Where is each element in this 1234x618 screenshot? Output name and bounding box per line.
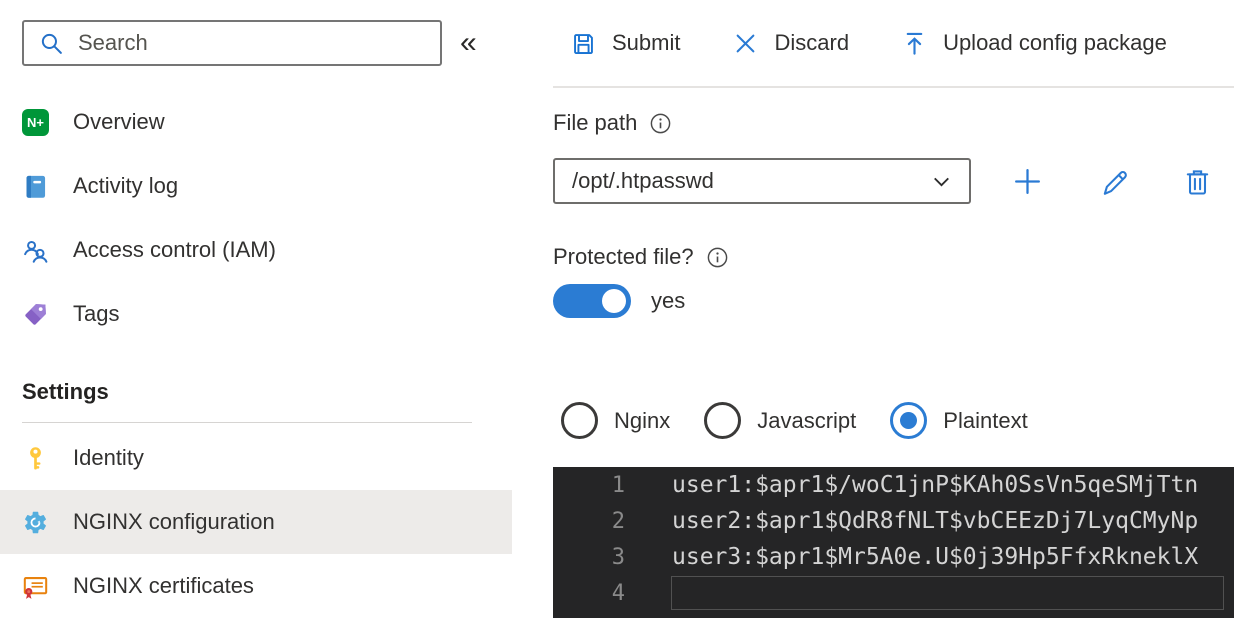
access-control-icon [22,237,49,264]
collapse-sidebar-icon[interactable]: « [460,28,477,58]
sidebar-item-label: Tags [73,301,120,326]
chevron-down-icon [928,168,955,195]
sidebar-item-identity[interactable]: Identity [0,426,512,490]
line-content: user2:$apr1$QdR8fNLT$vbCEEzDj7LyqCMyNp [672,508,1199,534]
toggle-state-label: yes [651,288,686,313]
sidebar-divider [22,422,472,423]
sidebar-item-label: Identity [73,445,144,470]
radio-label: Plaintext [943,407,1028,433]
submit-button[interactable]: Submit [570,30,680,57]
syntax-radio-group: Nginx Javascript Plaintext [553,402,1234,439]
radio-icon [561,402,598,439]
radio-label: Nginx [614,407,671,433]
save-icon [570,30,597,57]
protected-file-toggle[interactable] [553,284,631,318]
radio-selected-icon [890,402,928,439]
line-number: 1 [611,472,625,498]
radio-option-plaintext[interactable]: Plaintext [890,402,1028,439]
discard-label: Discard [774,30,850,55]
sidebar-search-row: « [0,20,512,66]
submit-label: Submit [612,30,681,55]
radio-label: Javascript [757,407,857,433]
radio-option-nginx[interactable]: Nginx [561,402,670,439]
close-icon [732,30,759,57]
code-editor[interactable]: 1 user1:$apr1$/woC1jnP$KAh0SsVn5qeSMjTtn… [553,467,1234,618]
sidebar-section-settings: Settings [22,379,109,404]
search-icon [38,30,65,57]
upload-label: Upload config package [943,30,1167,55]
line-content: user1:$apr1$/woC1jnP$KAh0SsVn5qeSMjTtn [672,472,1199,498]
editor-line: 3 user3:$apr1$Mr5A0e.U$0j39Hp5FfxRkneklX [553,539,1234,575]
editor-cursor-line-box[interactable] [671,576,1224,610]
certificate-icon [22,573,49,600]
discard-button[interactable]: Discard [732,30,849,57]
protected-file-toggle-row: yes [553,284,1234,318]
nginx-configuration-page: « N+ Overview Activity log Access contro… [0,0,1234,618]
radio-icon [704,402,742,439]
info-icon[interactable] [649,112,672,135]
sidebar-item-label: Overview [73,109,165,134]
protected-file-label: Protected file? [553,244,694,269]
tags-icon [22,301,49,328]
toggle-knob [602,289,626,313]
upload-icon [901,30,928,57]
gear-icon [22,509,49,536]
editor-line: 2 user2:$apr1$QdR8fNLT$vbCEEzDj7LyqCMyNp [553,503,1234,539]
file-path-field-label: File path [553,110,1234,136]
sidebar-item-label: NGINX certificates [73,573,254,598]
file-path-label: File path [553,110,638,135]
sidebar-item-activity-log[interactable]: Activity log [0,154,512,218]
add-file-button[interactable] [1011,165,1044,198]
sidebar-item-access-control[interactable]: Access control (IAM) [0,218,512,282]
file-path-value: /opt/.htpasswd [572,168,714,193]
sidebar-item-label: Access control (IAM) [73,237,276,262]
line-number: 4 [611,580,625,606]
upload-config-package-button[interactable]: Upload config package [901,30,1167,57]
sidebar-item-label: Activity log [73,173,179,198]
file-path-dropdown[interactable]: /opt/.htpasswd [553,158,971,204]
edit-file-button[interactable] [1099,166,1130,197]
radio-option-javascript[interactable]: Javascript [704,402,856,439]
search-input[interactable] [78,30,426,56]
editor-line: 1 user1:$apr1$/woC1jnP$KAh0SsVn5qeSMjTtn [553,467,1234,503]
file-path-row: /opt/.htpasswd [553,158,1234,204]
sidebar-nav: N+ Overview Activity log Access control … [0,90,512,618]
sidebar-item-nginx-configuration[interactable]: NGINX configuration [0,490,512,554]
delete-file-button[interactable] [1182,166,1213,197]
protected-file-field-label: Protected file? [553,244,1234,270]
line-number: 3 [611,544,625,570]
search-box[interactable] [22,20,442,66]
info-icon[interactable] [706,246,729,269]
sidebar-item-overview[interactable]: N+ Overview [0,90,512,154]
sidebar: « N+ Overview Activity log Access contro… [0,0,512,618]
sidebar-item-tags[interactable]: Tags [0,282,512,346]
main-panel: Submit Discard Upload config package Fil… [512,0,1234,618]
nginx-logo-icon: N+ [22,108,49,136]
editor-line-active: 4 [553,575,1234,611]
line-content: user3:$apr1$Mr5A0e.U$0j39Hp5FfxRkneklX [672,544,1199,570]
activity-log-icon [22,173,49,200]
sidebar-item-nginx-certificates[interactable]: NGINX certificates [0,554,512,618]
line-number: 2 [611,508,625,534]
toolbar: Submit Discard Upload config package [553,0,1234,88]
sidebar-item-label: NGINX configuration [73,509,275,534]
key-icon [22,445,49,472]
